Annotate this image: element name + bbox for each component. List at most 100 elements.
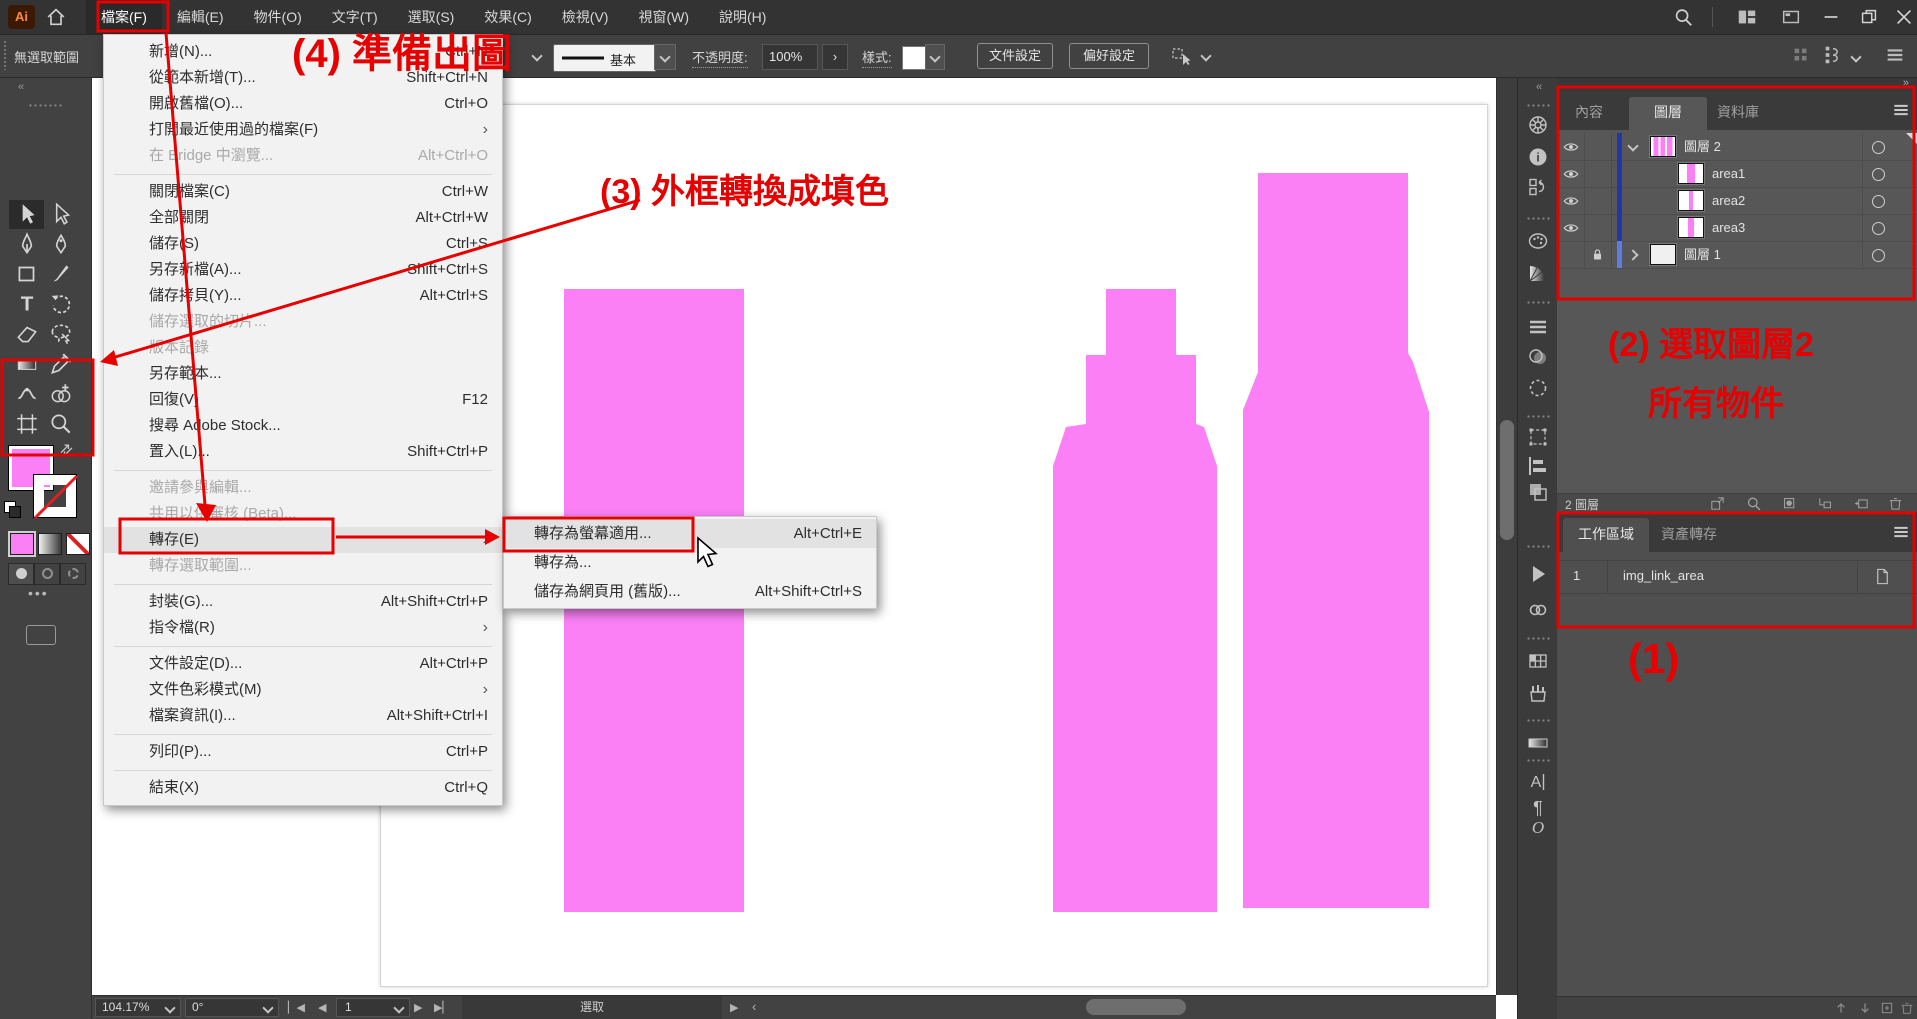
menu-item-revert[interactable]: 回復(V)F12 (104, 387, 502, 413)
toolbar-grip[interactable] (28, 103, 62, 108)
menu-item-save-as[interactable]: 另存新檔(A)...Shift+Ctrl+S (104, 257, 502, 283)
selection-panel-icon[interactable] (1526, 376, 1550, 400)
arrange-documents-icon[interactable] (1780, 6, 1802, 28)
target-circle-icon[interactable] (1872, 168, 1885, 181)
selection-tool[interactable] (14, 201, 40, 227)
dock-grip[interactable] (1526, 300, 1550, 305)
controlbar-grip[interactable] (3, 40, 7, 70)
object-thumbnail[interactable] (1678, 190, 1704, 211)
menu-item-close[interactable]: 關閉檔案(C)Ctrl+W (104, 179, 502, 205)
stroke-panel-icon[interactable] (1526, 315, 1550, 339)
target-circle-icon[interactable] (1872, 249, 1885, 262)
menu-item-open-recent[interactable]: 打開最近使用過的檔案(F)› (104, 117, 502, 143)
control-panel-menu-icon[interactable] (1884, 44, 1906, 66)
tab-libraries[interactable]: 資料庫 (1717, 102, 1759, 122)
draw-behind-mode-button[interactable] (34, 563, 60, 585)
layer-row-layer1[interactable]: 圖層 1 (1557, 241, 1917, 269)
menu-type[interactable]: 文字(T) (317, 0, 393, 34)
dock-grip[interactable] (1526, 718, 1550, 723)
width-tool[interactable] (14, 381, 40, 407)
layer-row-area1[interactable]: area1 (1557, 160, 1917, 188)
expand-chevron-icon[interactable] (1627, 140, 1638, 151)
vertical-scrollbar[interactable] (1496, 77, 1517, 995)
target-circle-icon[interactable] (1872, 222, 1885, 235)
menu-help[interactable]: 說明(H) (704, 0, 781, 34)
tab-asset-export[interactable]: 資產轉存 (1661, 524, 1717, 544)
illustrator-logo[interactable]: Ai (8, 5, 35, 29)
shaper-tool[interactable] (48, 321, 74, 347)
draw-normal-mode-button[interactable] (8, 563, 34, 585)
close-button[interactable] (1893, 6, 1915, 28)
version-history-panel-icon[interactable] (1526, 175, 1550, 199)
opacity-input[interactable]: 100% (762, 44, 818, 70)
color-guide-panel-icon[interactable] (1526, 113, 1550, 137)
layers-panel-menu-icon[interactable] (1891, 100, 1911, 120)
artboards-panel-menu-icon[interactable] (1891, 522, 1911, 542)
select-similar-chevron-icon[interactable] (1200, 50, 1211, 61)
dock-grip[interactable] (1526, 758, 1550, 763)
artboard-nav-field[interactable]: 1 (336, 998, 410, 1017)
collapse-dock-icon[interactable]: « (1536, 81, 1542, 93)
bottle-shape-middle[interactable] (1053, 289, 1217, 912)
layer-name[interactable]: 圖層 2 (1684, 133, 1721, 160)
menu-item-new[interactable]: 新增(N)...Ctrl+N (104, 39, 502, 65)
menu-item-save-as-template[interactable]: 另存範本... (104, 361, 502, 387)
eyedropper-tool[interactable] (48, 351, 74, 377)
lock-cell[interactable] (1584, 133, 1612, 160)
new-sublayer-icon[interactable] (1817, 495, 1834, 512)
artboard-page-icon[interactable] (1873, 567, 1892, 586)
menu-edit[interactable]: 編輯(E) (162, 0, 239, 34)
collapse-panel-icon[interactable]: » (1903, 77, 1909, 89)
layer-row-area2[interactable]: area2 (1557, 187, 1917, 215)
artboard-name[interactable]: img_link_area (1623, 568, 1704, 583)
collect-for-export-icon[interactable] (1709, 495, 1726, 512)
layer-name[interactable]: 圖層 1 (1684, 241, 1721, 268)
collapsed-chevron-icon[interactable] (1627, 249, 1638, 260)
target-circle-icon[interactable] (1872, 141, 1885, 154)
brush-definition-dropdown[interactable]: 基本 (553, 44, 656, 72)
gradient-bar-panel-icon[interactable] (1526, 731, 1550, 755)
status-collapse-icon[interactable]: ‹ (752, 999, 756, 1014)
menu-item-close-all[interactable]: 全部關閉Alt+Ctrl+W (104, 205, 502, 231)
menu-item-print[interactable]: 列印(P)...Ctrl+P (104, 739, 502, 765)
move-down-icon[interactable] (1857, 1000, 1873, 1016)
artboard-tool[interactable] (14, 411, 40, 437)
transparency-panel-icon[interactable] (1526, 345, 1550, 369)
collapse-toolbar-icon[interactable]: « (18, 81, 24, 93)
visibility-eye-icon[interactable] (1562, 219, 1580, 237)
rotate-tool[interactable] (48, 291, 74, 317)
style-dropdown-button[interactable] (925, 44, 945, 70)
dock-grip[interactable] (1526, 544, 1550, 549)
draw-inside-mode-button[interactable] (60, 563, 86, 585)
brushes-panel-icon[interactable] (1526, 681, 1550, 705)
change-screen-mode-icon[interactable] (26, 625, 56, 645)
actions-panel-icon[interactable] (1526, 562, 1550, 586)
menu-item-save[interactable]: 儲存(S)Ctrl+S (104, 231, 502, 257)
pathfinder-panel-icon[interactable] (1526, 480, 1550, 504)
menu-item-new-from-template[interactable]: 從範本新增(T)...Shift+Ctrl+N (104, 65, 502, 91)
gradient-mode-button[interactable] (38, 533, 62, 555)
visibility-eye-icon[interactable] (1562, 165, 1580, 183)
opacity-options-button[interactable]: › (822, 44, 848, 70)
dock-grip[interactable] (1526, 216, 1550, 221)
locate-object-icon[interactable] (1745, 495, 1762, 512)
menu-item-exit[interactable]: 結束(X)Ctrl+Q (104, 775, 502, 801)
home-icon[interactable] (45, 6, 67, 28)
submenu-item-export-for-screens[interactable]: 轉存為螢幕適用...Alt+Ctrl+E (504, 519, 876, 548)
opentype-panel-icon[interactable] (1526, 816, 1550, 840)
none-mode-button[interactable] (66, 533, 90, 555)
menu-item-file-info[interactable]: 檔案資訊(I)...Alt+Shift+Ctrl+I (104, 703, 502, 729)
restore-button[interactable] (1858, 6, 1880, 28)
color-panel-icon[interactable] (1526, 229, 1550, 253)
menu-item-save-a-copy[interactable]: 儲存拷貝(Y)...Alt+Ctrl+S (104, 283, 502, 309)
pen-tool[interactable] (14, 231, 40, 257)
swatches-panel-icon[interactable] (1526, 649, 1550, 673)
delete-layer-icon[interactable] (1887, 495, 1904, 512)
dock-grip[interactable] (1526, 414, 1550, 419)
layer-row-layer2[interactable]: 圖層 2 (1557, 133, 1917, 161)
dock-grip[interactable] (1526, 636, 1550, 641)
dock-grip[interactable] (1526, 103, 1550, 108)
layer-thumbnail[interactable] (1650, 244, 1676, 265)
layer-row-area3[interactable]: area3 (1557, 214, 1917, 242)
minimize-button[interactable] (1820, 6, 1842, 28)
